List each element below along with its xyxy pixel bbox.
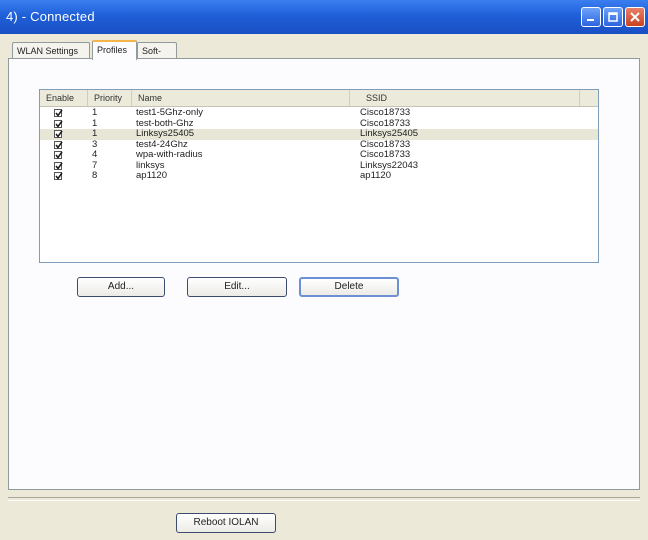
tab-profiles[interactable]: Profiles bbox=[92, 40, 137, 60]
title-bar[interactable]: 4) - Connected bbox=[0, 0, 648, 34]
checkmark-icon bbox=[55, 151, 63, 159]
reboot-iolan-button[interactable]: Reboot IOLAN bbox=[176, 513, 276, 533]
enable-checkbox[interactable] bbox=[54, 130, 63, 138]
close-icon bbox=[630, 12, 640, 22]
window-title: 4) - Connected bbox=[6, 9, 95, 24]
maximize-button[interactable] bbox=[603, 7, 623, 27]
ssid-cell: Cisco18733 bbox=[360, 149, 411, 160]
edit-button[interactable]: Edit... bbox=[187, 277, 287, 297]
name-cell: ap1120 bbox=[136, 170, 167, 181]
priority-cell: 1 bbox=[92, 128, 98, 139]
name-cell: wpa-with-radius bbox=[136, 149, 203, 160]
profiles-list[interactable]: Enable Priority Name SSID 1 test1-5Ghz-o… bbox=[39, 89, 599, 263]
delete-button[interactable]: Delete bbox=[299, 277, 399, 297]
tab-soft-ap[interactable]: Soft-AP bbox=[137, 42, 177, 72]
priority-cell: 1 bbox=[92, 107, 98, 118]
table-row[interactable]: 8 ap1120 ap1120 bbox=[40, 170, 598, 182]
table-row[interactable]: 7 linksys Linksys22043 bbox=[40, 160, 598, 172]
tab-label: WLAN Settings bbox=[17, 46, 79, 56]
add-button[interactable]: Add... bbox=[77, 277, 165, 297]
close-button[interactable] bbox=[625, 7, 645, 27]
footer-divider bbox=[8, 497, 640, 501]
ssid-cell: Cisco18733 bbox=[360, 107, 411, 118]
checkmark-icon bbox=[55, 120, 63, 128]
profiles-tab-panel: Enable Priority Name SSID 1 test1-5Ghz-o… bbox=[8, 58, 640, 490]
checkmark-icon bbox=[55, 141, 63, 149]
maximize-icon bbox=[608, 12, 618, 22]
tab-wlan-settings[interactable]: WLAN Settings bbox=[12, 42, 90, 59]
checkmark-icon bbox=[55, 162, 63, 170]
table-row[interactable]: 4 wpa-with-radius Cisco18733 bbox=[40, 149, 598, 161]
enable-checkbox[interactable] bbox=[54, 161, 63, 170]
name-cell: Linksys25405 bbox=[136, 128, 195, 139]
enable-checkbox[interactable] bbox=[54, 151, 63, 159]
enable-checkbox[interactable] bbox=[54, 109, 63, 117]
ssid-cell: ap1120 bbox=[360, 170, 391, 181]
priority-cell: 4 bbox=[92, 149, 98, 160]
checkmark-icon bbox=[55, 109, 63, 117]
table-row-selected[interactable]: 1 Linksys25405 Linksys25405 bbox=[40, 128, 598, 140]
column-header-name[interactable]: Name bbox=[132, 90, 350, 106]
ssid-cell: Linksys25405 bbox=[360, 128, 419, 139]
enable-checkbox[interactable] bbox=[54, 172, 63, 180]
minimize-button[interactable] bbox=[581, 7, 601, 27]
enable-checkbox[interactable] bbox=[54, 119, 63, 128]
column-header-enable[interactable]: Enable bbox=[40, 90, 88, 106]
list-header: Enable Priority Name SSID bbox=[40, 90, 598, 107]
table-row[interactable]: 1 test-both-Ghz Cisco18733 bbox=[40, 118, 598, 130]
minimize-icon bbox=[587, 19, 594, 21]
app-window: 4) - Connected WLAN Settings Profiles So… bbox=[0, 0, 648, 540]
table-row[interactable]: 3 test4-24Ghz Cisco18733 bbox=[40, 139, 598, 151]
column-header-ssid[interactable]: SSID bbox=[350, 90, 580, 106]
column-header-priority[interactable]: Priority bbox=[88, 90, 132, 106]
table-row[interactable]: 1 test1-5Ghz-only Cisco18733 bbox=[40, 107, 598, 119]
priority-cell: 8 bbox=[92, 170, 98, 181]
list-rows: 1 test1-5Ghz-only Cisco18733 1 test-both… bbox=[40, 107, 598, 182]
name-cell: test1-5Ghz-only bbox=[136, 107, 204, 118]
checkmark-icon bbox=[55, 172, 63, 180]
enable-checkbox[interactable] bbox=[54, 140, 63, 149]
checkmark-icon bbox=[55, 130, 63, 138]
tab-label: Profiles bbox=[97, 45, 128, 55]
